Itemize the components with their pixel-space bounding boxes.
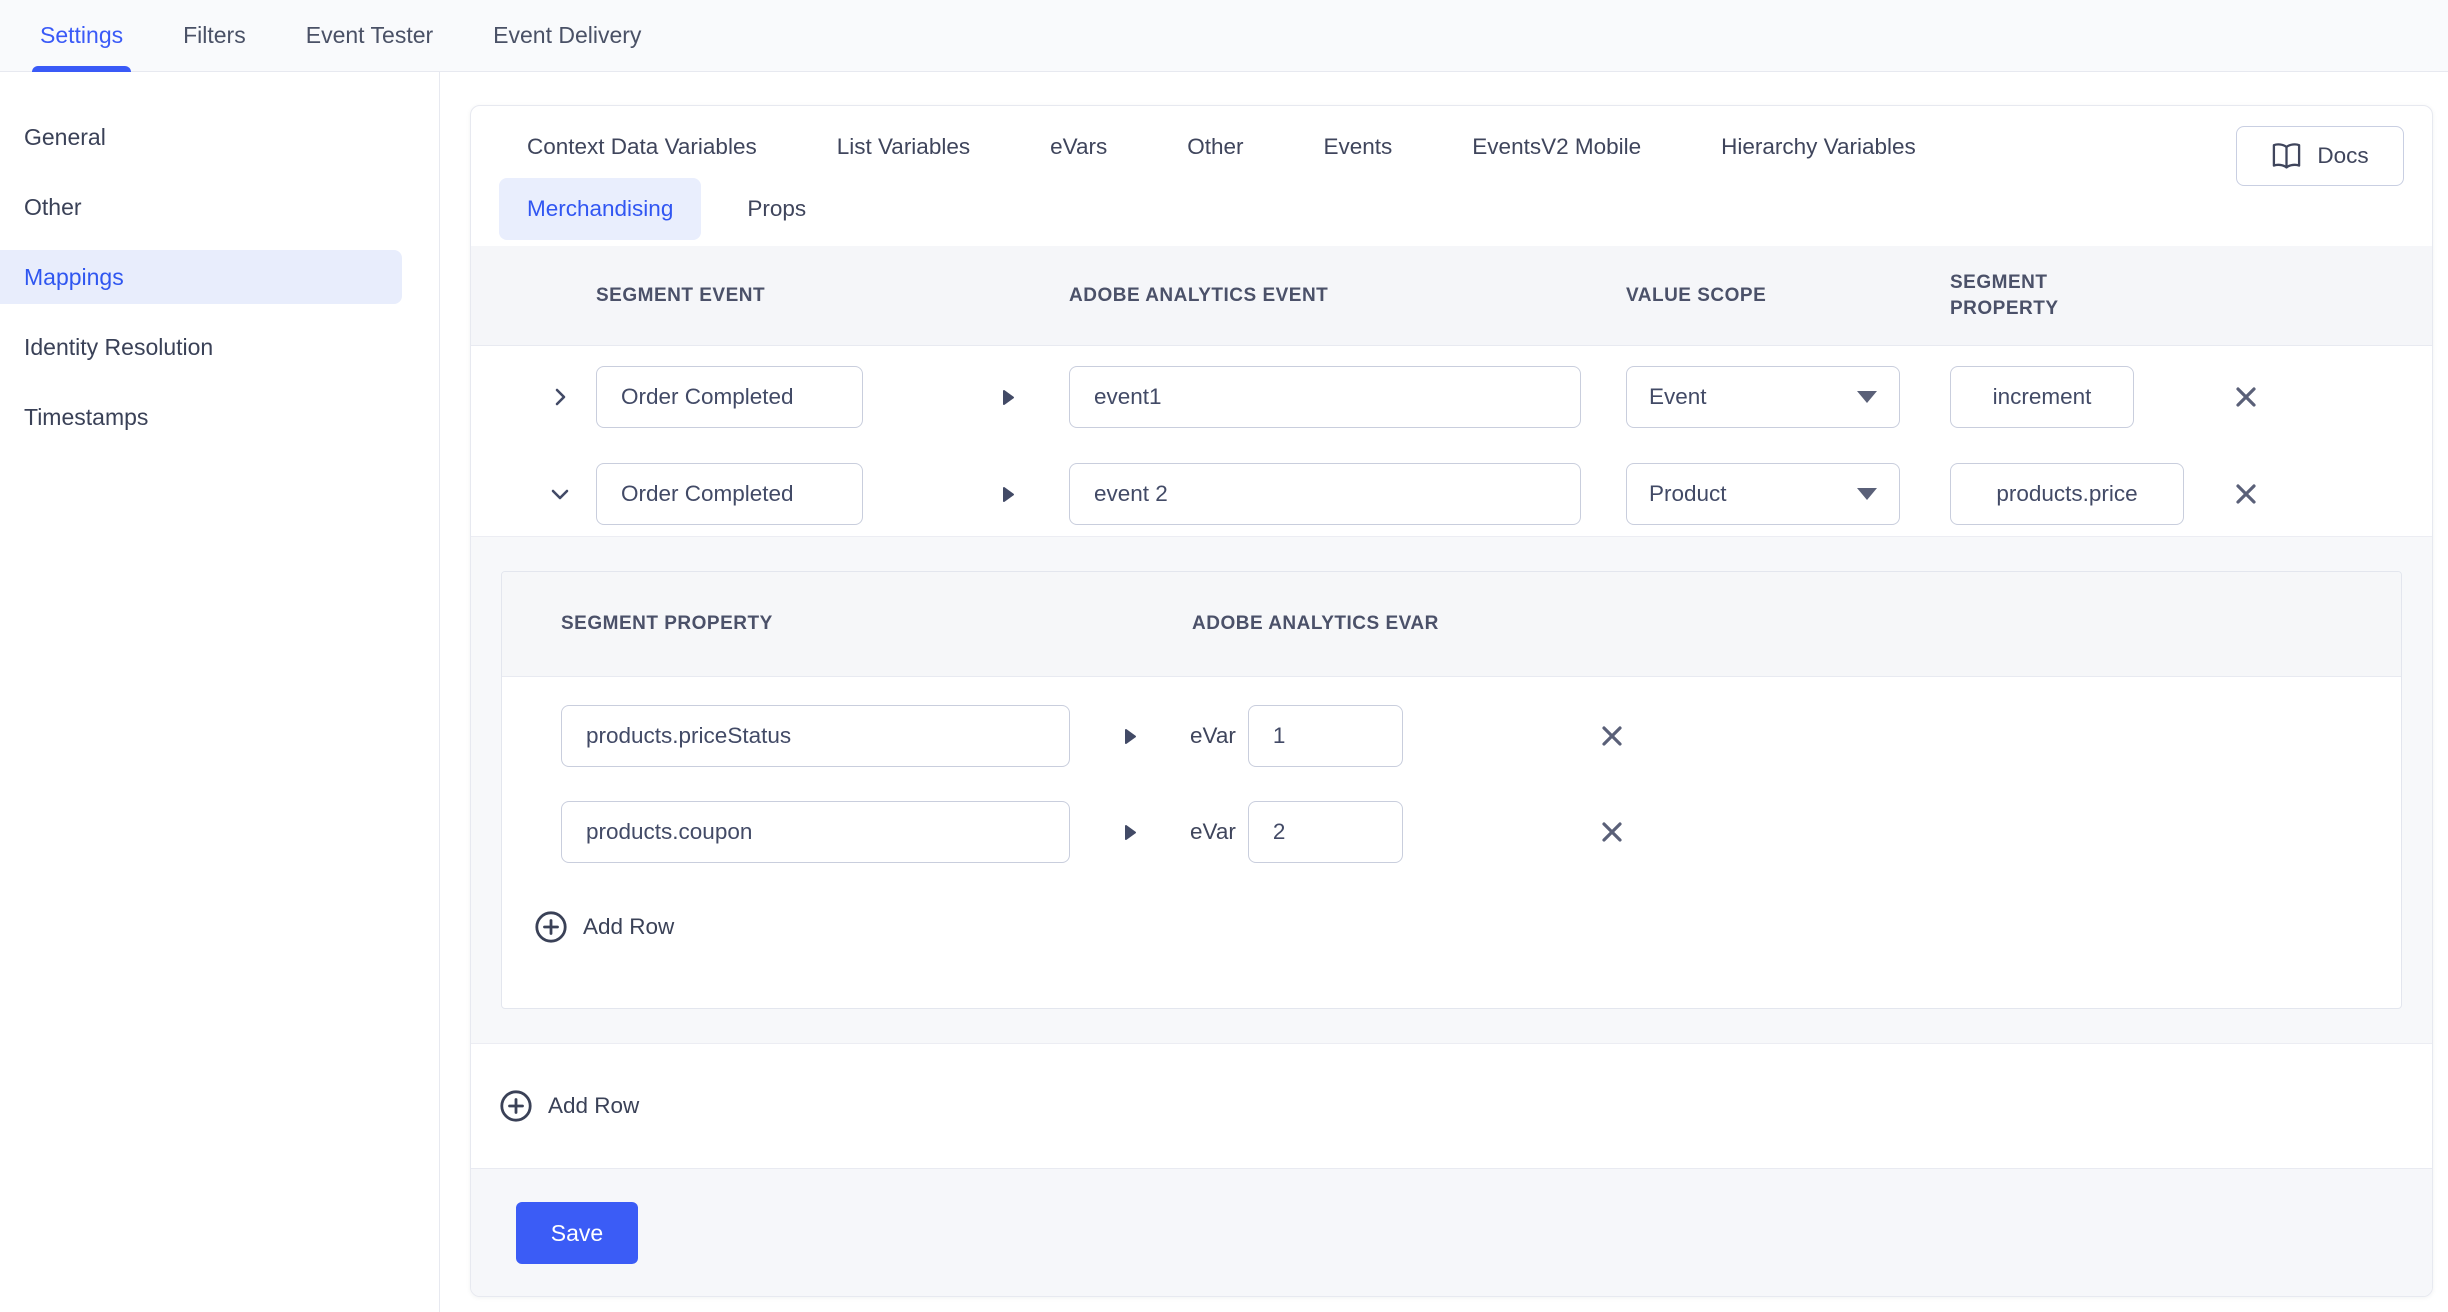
mapping-table-header: SEGMENT EVENT ADOBE ANALYTICS EVENT VALU… <box>471 246 2432 346</box>
sidebar-item-general[interactable]: General <box>0 102 439 172</box>
evar-row-1: eVar <box>561 705 2401 767</box>
table-add-row-band: Add Row <box>471 1044 2432 1168</box>
chevron-right-icon <box>549 386 571 408</box>
docs-button[interactable]: Docs <box>2236 126 2404 186</box>
tab-context-data-variables[interactable]: Context Data Variables <box>499 134 785 160</box>
value-scope-selected: Product <box>1649 481 1727 507</box>
sidebar-item-other[interactable]: Other <box>0 172 439 242</box>
value-scope-select[interactable]: Event <box>1626 366 1900 428</box>
main-content: Context Data Variables List Variables eV… <box>440 72 2448 1312</box>
remove-row-button[interactable] <box>2232 480 2260 508</box>
segment-event-input[interactable] <box>596 463 863 525</box>
header-segment-property: SEGMENT PROPERTY <box>1950 270 2120 321</box>
header-value-scope: VALUE SCOPE <box>1626 285 1900 307</box>
evar-label: eVar <box>1190 819 1236 845</box>
book-icon <box>2271 142 2302 170</box>
nav-tab-event-tester[interactable]: Event Tester <box>306 0 433 72</box>
segment-event-input[interactable] <box>596 366 863 428</box>
mapping-row-2: Product <box>471 463 2432 525</box>
tab-evars[interactable]: eVars <box>1022 134 1135 160</box>
arrow-right-icon <box>1002 486 1015 503</box>
chevron-down-icon <box>1857 391 1877 403</box>
segment-property-input[interactable] <box>561 705 1070 767</box>
value-scope-selected: Event <box>1649 384 1707 410</box>
variable-tabs-row-2: Merchandising Props <box>499 178 2404 240</box>
plus-circle-icon <box>498 1088 534 1124</box>
x-icon <box>1598 818 1626 846</box>
x-icon <box>1598 722 1626 750</box>
x-icon <box>2232 480 2260 508</box>
nav-tab-event-delivery[interactable]: Event Delivery <box>493 0 641 72</box>
tab-events[interactable]: Events <box>1296 134 1421 160</box>
segment-property-input[interactable] <box>561 801 1070 863</box>
tab-list-variables[interactable]: List Variables <box>809 134 998 160</box>
segment-property-input[interactable] <box>1950 366 2134 428</box>
expanded-row-section: SEGMENT PROPERTY ADOBE ANALYTICS EVAR eV <box>471 536 2432 1044</box>
evar-label: eVar <box>1190 723 1236 749</box>
add-row-label: Add Row <box>583 914 674 940</box>
tab-other[interactable]: Other <box>1159 134 1271 160</box>
plus-circle-icon <box>533 909 569 945</box>
remove-row-button[interactable] <box>1598 818 1626 846</box>
sidebar-item-mappings[interactable]: Mappings <box>0 250 402 304</box>
arrow-right-icon <box>1124 728 1137 745</box>
nav-tab-filters[interactable]: Filters <box>183 0 246 72</box>
add-mapping-row-button[interactable]: Add Row <box>498 1088 639 1124</box>
header-segment-event: SEGMENT EVENT <box>596 285 863 307</box>
variable-tabs-row-1: Context Data Variables List Variables eV… <box>499 122 2404 172</box>
evar-panel-header: SEGMENT PROPERTY ADOBE ANALYTICS EVAR <box>502 572 2401 677</box>
segment-property-input[interactable] <box>1950 463 2184 525</box>
arrow-right-icon <box>1002 389 1015 406</box>
collapse-row-button[interactable] <box>549 483 571 505</box>
sidebar-item-timestamps[interactable]: Timestamps <box>0 382 439 452</box>
evar-number-input[interactable] <box>1248 705 1403 767</box>
value-scope-select[interactable]: Product <box>1626 463 1900 525</box>
settings-sidebar: General Other Mappings Identity Resoluti… <box>0 72 440 1312</box>
header-segment-property: SEGMENT PROPERTY <box>561 613 1192 635</box>
mappings-card: Context Data Variables List Variables eV… <box>470 105 2433 1297</box>
save-button[interactable]: Save <box>516 1202 638 1264</box>
chevron-down-icon <box>549 483 571 505</box>
docs-button-label: Docs <box>2317 143 2368 169</box>
evar-number-input[interactable] <box>1248 801 1403 863</box>
remove-row-button[interactable] <box>1598 722 1626 750</box>
header-adobe-analytics-event: ADOBE ANALYTICS EVENT <box>1069 285 1581 307</box>
arrow-right-icon <box>1124 824 1137 841</box>
mapping-table-body: Event <box>471 346 2432 536</box>
add-evar-row-button[interactable]: Add Row <box>533 899 674 955</box>
header-adobe-analytics-evar: ADOBE ANALYTICS EVAR <box>1192 613 1439 635</box>
sidebar-item-identity-resolution[interactable]: Identity Resolution <box>0 312 439 382</box>
adobe-analytics-event-input[interactable] <box>1069 463 1581 525</box>
x-icon <box>2232 383 2260 411</box>
nav-tab-settings[interactable]: Settings <box>40 0 123 72</box>
evar-row-2: eVar <box>561 801 2401 863</box>
tab-hierarchy-variables[interactable]: Hierarchy Variables <box>1693 134 1944 160</box>
tab-props[interactable]: Props <box>719 178 834 240</box>
top-nav: Settings Filters Event Tester Event Deli… <box>0 0 2448 72</box>
chevron-down-icon <box>1857 488 1877 500</box>
expand-row-button[interactable] <box>549 386 571 408</box>
mapping-row-1: Event <box>471 366 2432 428</box>
evar-panel-body: eVar <box>502 677 2401 955</box>
tab-eventsv2-mobile[interactable]: EventsV2 Mobile <box>1444 134 1669 160</box>
variable-tabs: Context Data Variables List Variables eV… <box>471 106 2432 246</box>
adobe-analytics-event-input[interactable] <box>1069 366 1581 428</box>
add-row-label: Add Row <box>548 1093 639 1119</box>
card-footer: Save <box>471 1168 2432 1297</box>
evar-mapping-panel: SEGMENT PROPERTY ADOBE ANALYTICS EVAR eV <box>501 571 2402 1009</box>
tab-merchandising[interactable]: Merchandising <box>499 178 701 240</box>
remove-row-button[interactable] <box>2232 383 2260 411</box>
